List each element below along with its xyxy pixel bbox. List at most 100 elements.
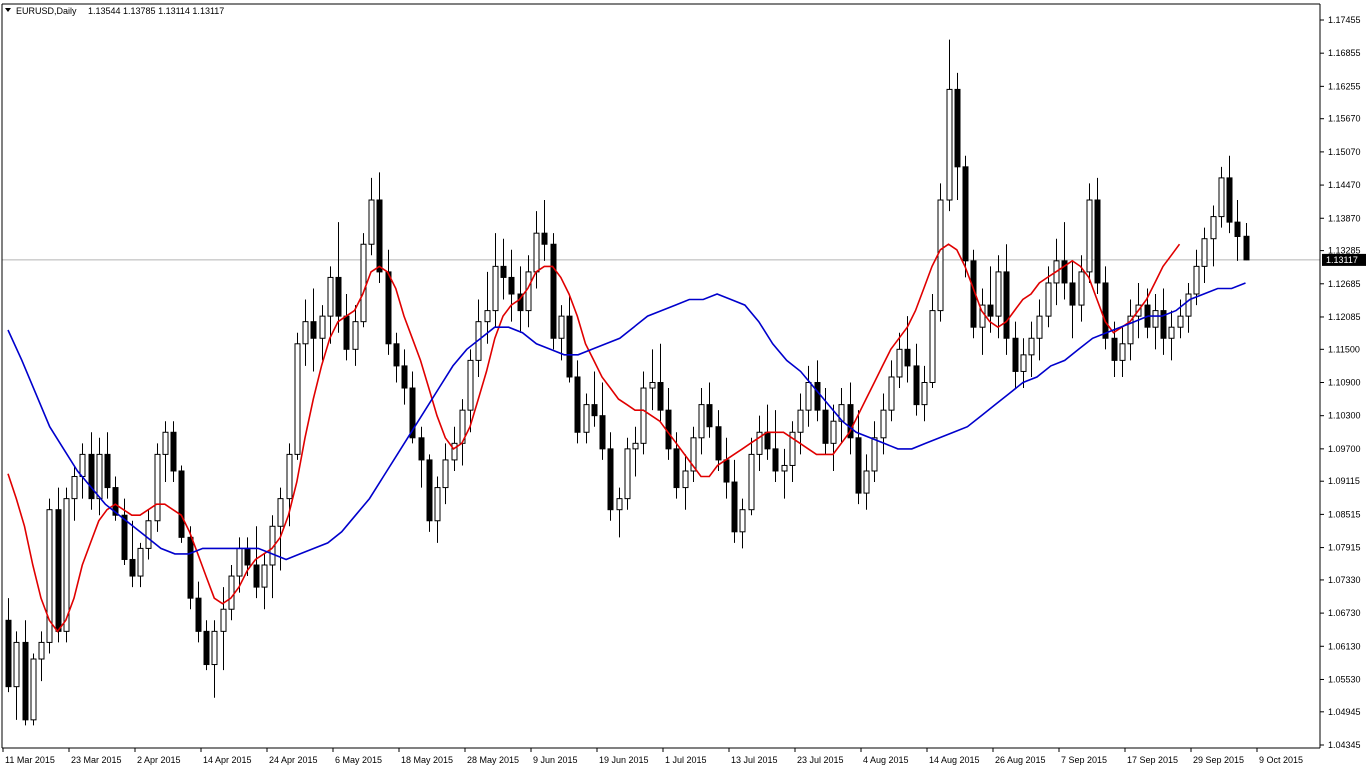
candle (574, 360, 581, 444)
bear-candle-body (187, 536, 194, 599)
bull-candle-body (236, 547, 243, 577)
bear-candle-body (904, 348, 911, 367)
bull-candle-body (261, 564, 268, 588)
candle (418, 426, 425, 488)
candle (1168, 310, 1175, 361)
bull-candle-body (1078, 271, 1085, 306)
candle (632, 426, 639, 477)
bull-candle-body (921, 382, 928, 406)
bull-candle-body (863, 470, 870, 494)
candle (583, 393, 590, 444)
candle (1127, 299, 1134, 361)
candle (838, 388, 845, 444)
bull-candle-body (830, 420, 837, 444)
candle (88, 432, 95, 510)
bear-candle-body (574, 376, 581, 433)
symbol-label: EURUSD,Daily (16, 6, 77, 16)
candle (541, 200, 548, 261)
bull-candle-body (71, 476, 78, 500)
y-tick-label: 1.09700 (1328, 444, 1361, 454)
bear-candle-body (335, 276, 342, 317)
bear-candle-body (508, 276, 515, 295)
bull-candle-body (302, 321, 309, 345)
candle (748, 437, 755, 516)
bear-candle-body (1102, 282, 1109, 339)
y-tick-label: 1.10300 (1328, 411, 1361, 421)
candle (591, 371, 598, 427)
candle (690, 426, 697, 483)
candle (863, 454, 870, 510)
candle (624, 437, 631, 510)
bear-candle-body (426, 459, 433, 522)
bull-candle-body (162, 431, 169, 455)
bear-candle-body (5, 619, 12, 688)
y-tick-label: 1.12085 (1328, 312, 1361, 322)
bear-candle-body (418, 437, 425, 461)
bull-candle-body (888, 376, 895, 411)
candle (38, 631, 45, 682)
candle (871, 421, 878, 483)
candle (946, 39, 953, 212)
candle (302, 299, 309, 366)
candle (228, 564, 235, 621)
candle (178, 465, 185, 543)
candle (954, 72, 961, 201)
bear-candle-body (104, 453, 111, 489)
candlestick-chart[interactable]: 1.17455 1.16855 1.16255 1.15670 1.15070 1.144… (0, 0, 1366, 768)
y-axis-ticks: 1.17455 1.16855 1.16255 1.15670 1.15070 1.144… (1320, 15, 1366, 750)
candle (558, 305, 565, 361)
candle (22, 620, 29, 726)
x-tick-label: 9 Jun 2015 (533, 755, 578, 765)
bear-candle-body (962, 166, 969, 262)
bull-candle-body (616, 498, 623, 511)
candle (830, 404, 837, 471)
x-tick-label: 29 Sep 2015 (1193, 755, 1244, 765)
bear-candle-body (706, 404, 713, 428)
bear-candle-body (987, 304, 994, 317)
bear-candle-body (550, 243, 557, 339)
bear-candle-body (715, 426, 722, 461)
current-price-label: 1.13117 (1326, 255, 1358, 265)
bull-candle-body (1177, 315, 1184, 328)
chart-header: EURUSD,Daily 1.13544 1.13785 1.13114 1.1… (5, 6, 224, 16)
candle (368, 177, 375, 256)
candle (459, 399, 466, 466)
bull-candle-body (871, 437, 878, 472)
bull-candle-body (154, 453, 161, 522)
bear-candle-body (822, 409, 829, 444)
x-tick-label: 4 Aug 2015 (863, 755, 909, 765)
slow-ma-line (7, 282, 1246, 561)
candle (706, 382, 713, 438)
bull-candle-body (937, 199, 944, 312)
bear-candle-body (1012, 337, 1019, 372)
y-tick-label: 1.04945 (1328, 707, 1361, 717)
bear-candle-body (673, 448, 680, 489)
bull-candle-body (805, 382, 812, 411)
y-tick-label: 1.15070 (1328, 147, 1361, 157)
bear-candle-body (1234, 221, 1241, 238)
bear-candle-body (954, 88, 961, 168)
y-tick-label: 1.15670 (1328, 114, 1361, 124)
bear-candle-body (376, 199, 383, 273)
bull-candle-body (319, 315, 326, 339)
bear-candle-body (913, 365, 920, 406)
candle (492, 233, 499, 328)
chart-area[interactable]: 1.17455 1.16855 1.16255 1.15670 1.15070 1.144… (0, 0, 1366, 768)
candle (401, 349, 408, 405)
bull-candle-body (352, 321, 359, 350)
bear-candle-body (657, 382, 664, 411)
candle (756, 415, 763, 471)
bear-candle-body (772, 448, 779, 472)
candle (1086, 183, 1093, 283)
candles-layer (5, 39, 1250, 726)
x-tick-label: 13 Jul 2015 (731, 755, 778, 765)
candle (698, 388, 705, 455)
y-tick-label: 1.16855 (1328, 48, 1361, 58)
bear-candle-body (541, 232, 548, 245)
bull-candle-body (1036, 315, 1043, 339)
symbol-menu-triangle-icon[interactable] (5, 8, 11, 12)
x-tick-label: 14 Aug 2015 (929, 755, 980, 765)
candle (1003, 244, 1010, 355)
bear-candle-body (343, 315, 350, 350)
candle (657, 343, 664, 422)
